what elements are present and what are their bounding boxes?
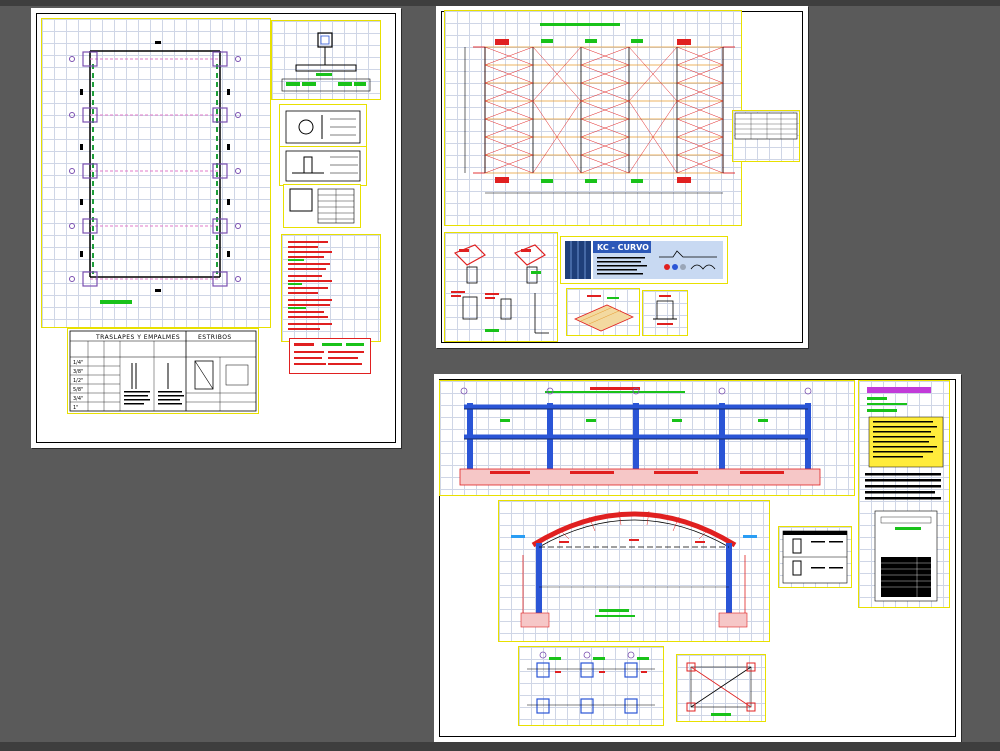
panel-foundation-plan bbox=[41, 18, 271, 328]
foundation-plan-drawing bbox=[69, 41, 241, 304]
notes-text-block bbox=[865, 387, 944, 602]
splices-table: TRASLAPES Y EMPALMES ESTRIBOS 1/4" 3/8" … bbox=[67, 328, 259, 414]
splice-row-2: 3/8" bbox=[73, 369, 83, 375]
panel-plate-table bbox=[778, 526, 852, 588]
longitudinal-elevation-drawing bbox=[459, 387, 821, 486]
panel-bracing-detail bbox=[676, 654, 766, 722]
panel-anchor-detail bbox=[642, 290, 688, 336]
roof-framing-plan-drawing bbox=[464, 23, 735, 194]
panel-footing-detail-b bbox=[279, 146, 367, 186]
drawing-sheet-foundation-plan[interactable]: TRASLAPES Y EMPALMES ESTRIBOS 1/4" 3/8" … bbox=[31, 8, 401, 448]
bracing-detail-drawing bbox=[686, 662, 756, 716]
roof-sheet-isometric-drawing bbox=[574, 295, 634, 332]
drawing-sheet-roof-plan[interactable]: KC - CURVO bbox=[436, 6, 808, 348]
drawing-sheet-structure-sections[interactable] bbox=[434, 374, 961, 742]
kc-curvo-brand-drawing: KC - CURVO bbox=[565, 241, 723, 279]
footing-detail-b-drawing bbox=[285, 150, 361, 182]
panel-footing-detail-a bbox=[279, 104, 367, 150]
truss-connection-details-drawing bbox=[451, 244, 549, 334]
viewer-bottom-bar bbox=[0, 742, 1000, 751]
panel-roof-framing-plan bbox=[444, 10, 742, 226]
splices-table-drawing: TRASLAPES Y EMPALMES ESTRIBOS 1/4" 3/8" … bbox=[69, 330, 257, 412]
splices-table-title: TRASLAPES Y EMPALMES bbox=[95, 334, 180, 341]
panel-general-notes bbox=[281, 234, 381, 342]
panel-column-detail bbox=[271, 20, 381, 100]
general-notes-text-block bbox=[288, 241, 332, 330]
plate-table-drawing bbox=[782, 530, 848, 584]
panel-arch-cross-section bbox=[498, 500, 770, 642]
footing-detail-a-drawing bbox=[285, 110, 361, 144]
splice-row-4: 5/8" bbox=[73, 387, 83, 393]
material-table-drawing bbox=[734, 112, 798, 140]
column-detail-drawing bbox=[281, 32, 371, 92]
splice-row-6: 1" bbox=[73, 405, 78, 411]
legend-notes-block bbox=[294, 343, 364, 365]
foundation-section-details-drawing bbox=[527, 651, 655, 714]
panel-roof-sheet-isometric bbox=[566, 288, 640, 336]
panel-longitudinal-elevation bbox=[439, 380, 855, 496]
panel-material-table bbox=[732, 110, 800, 162]
rebar-table-drawing bbox=[289, 188, 355, 224]
splice-row-1: 1/4" bbox=[73, 360, 83, 366]
splice-row-5: 3/4" bbox=[73, 396, 83, 402]
panel-notes-text bbox=[858, 380, 950, 608]
panel-legend-notes bbox=[289, 338, 371, 374]
panel-truss-connection-details bbox=[444, 232, 558, 342]
anchor-detail-drawing bbox=[653, 295, 677, 325]
panel-rebar-table bbox=[283, 184, 361, 228]
panel-kc-curvo-brand: KC - CURVO bbox=[560, 236, 728, 284]
arch-cross-section-drawing bbox=[511, 510, 757, 628]
panel-foundation-section-details bbox=[518, 646, 664, 726]
kc-curvo-brand-title: KC - CURVO bbox=[597, 243, 649, 252]
stirrups-table-title: ESTRIBOS bbox=[198, 334, 232, 341]
splice-row-3: 1/2" bbox=[73, 378, 83, 384]
